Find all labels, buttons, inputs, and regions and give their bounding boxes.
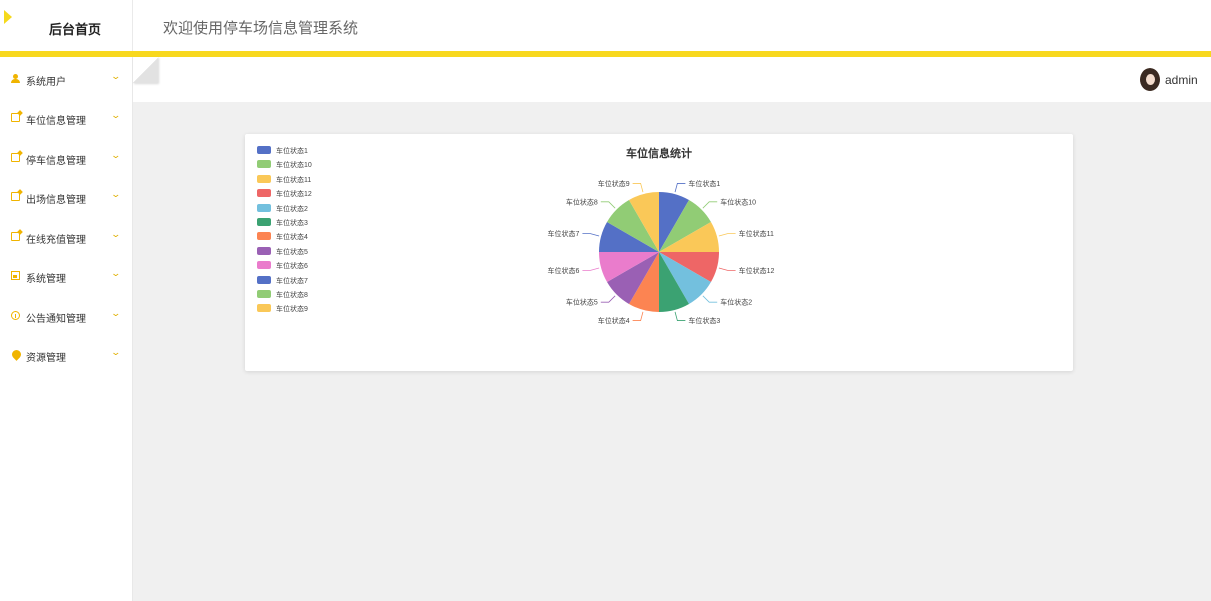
- chevron-down-icon: ⌄: [110, 229, 122, 239]
- chevron-down-icon: ⌄: [110, 150, 122, 160]
- sidebar-item-label: 系统用户: [26, 77, 66, 88]
- pie-label: 车位状态9: [598, 179, 630, 188]
- pie-chart: 车位状态1车位状态10车位状态11车位状态12车位状态2车位状态3车位状态4车位…: [548, 179, 775, 325]
- collapse-sidebar-toggle[interactable]: [133, 57, 158, 83]
- sidebar-item-system-users[interactable]: 系统用户 ⌄: [0, 57, 133, 96]
- sidebar-item-label: 公告通知管理: [26, 314, 86, 325]
- sidebar-item-label: 系统管理: [26, 274, 66, 285]
- pin-icon: [10, 348, 23, 361]
- pie-label-line: [674, 183, 686, 193]
- chevron-down-icon: ⌄: [110, 308, 122, 318]
- pie-label: 车位状态5: [566, 298, 598, 307]
- edit-icon: [11, 232, 20, 241]
- pie-label-line: [582, 233, 600, 237]
- image-icon: [11, 271, 20, 280]
- home-link[interactable]: 后台首页: [0, 19, 150, 38]
- sidebar-item-label: 车位信息管理: [26, 116, 86, 127]
- sidebar-item-parking-info[interactable]: 停车信息管理 ⌄: [0, 136, 133, 175]
- sidebar-item-label: 出场信息管理: [26, 195, 86, 206]
- pie-label-line: [582, 267, 600, 271]
- pie-label: 车位状态1: [688, 179, 720, 188]
- pie-label-line: [600, 295, 616, 303]
- pie-label-line: [702, 295, 718, 303]
- pie-label: 车位状态3: [688, 316, 720, 325]
- pie-label: 车位状态7: [548, 229, 580, 238]
- sidebar-item-resources[interactable]: 资源管理 ⌄: [0, 333, 133, 372]
- pie-label-line: [674, 311, 686, 321]
- pie-label: 车位状态11: [739, 229, 774, 238]
- pie-label-line: [632, 183, 644, 193]
- sub-header: [133, 57, 1211, 102]
- pie-label: 车位状态12: [739, 266, 775, 275]
- pie-label-line: [702, 201, 718, 209]
- pie-label: 车位状态2: [720, 298, 752, 307]
- chevron-down-icon: ⌄: [110, 71, 122, 81]
- chevron-down-icon: ⌄: [110, 268, 122, 278]
- sidebar-item-system-settings[interactable]: 系统管理 ⌄: [0, 254, 133, 293]
- user-icon: [11, 74, 20, 83]
- chevron-down-icon: ⌄: [110, 110, 122, 120]
- edit-icon: [11, 192, 20, 201]
- pie-label-line: [718, 267, 736, 271]
- sidebar: 系统用户 ⌄ 车位信息管理 ⌄ 停车信息管理 ⌄ 出场信息管理 ⌄ 在线充值管理…: [0, 57, 133, 601]
- edit-icon: [11, 153, 20, 162]
- username[interactable]: admin: [1165, 73, 1198, 87]
- chevron-down-icon: ⌄: [110, 189, 122, 199]
- sidebar-item-label: 资源管理: [26, 353, 66, 364]
- avatar[interactable]: [1140, 68, 1160, 91]
- sidebar-item-online-recharge[interactable]: 在线充值管理 ⌄: [0, 215, 133, 254]
- pie-label-line: [718, 233, 736, 237]
- pie-label-line: [632, 311, 644, 321]
- chart-card: 车位信息统计 车位状态1 车位状态10 车位状态11 车位状态12 车位状态2 车位状态3…: [245, 134, 1073, 371]
- pie-label-line: [600, 201, 616, 209]
- sidebar-item-exit-info[interactable]: 出场信息管理 ⌄: [0, 175, 133, 214]
- page-title: 欢迎使用停车场信息管理系统: [163, 20, 359, 37]
- sidebar-item-label: 在线充值管理: [26, 235, 86, 246]
- pie-label: 车位状态4: [598, 316, 630, 325]
- chevron-down-icon: ⌄: [110, 347, 122, 357]
- edit-icon: [11, 113, 20, 122]
- pie-label: 车位状态10: [720, 197, 756, 206]
- info-icon: [11, 311, 20, 320]
- top-header: 后台首页 欢迎使用停车场信息管理系统: [0, 0, 1211, 52]
- sidebar-item-announcements[interactable]: 公告通知管理 ⌄: [0, 294, 133, 333]
- sidebar-item-label: 停车信息管理: [26, 156, 86, 167]
- logo-area: 后台首页: [0, 0, 133, 52]
- pie-label: 车位状态6: [548, 266, 580, 275]
- pie-label: 车位状态8: [566, 197, 598, 206]
- sidebar-item-space-info[interactable]: 车位信息管理 ⌄: [0, 96, 133, 135]
